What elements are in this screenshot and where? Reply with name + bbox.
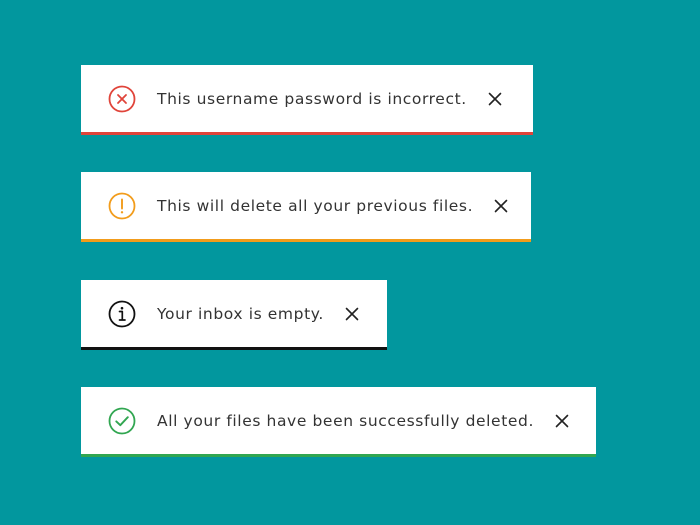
warning-message: This will delete all your previous files… xyxy=(157,196,474,215)
error-message: This username password is incorrect. xyxy=(157,89,467,108)
info-message: Your inbox is empty. xyxy=(157,304,324,323)
info-notification: Your inbox is empty. xyxy=(81,280,387,350)
close-icon[interactable] xyxy=(493,198,509,214)
info-circle-icon xyxy=(108,300,136,328)
close-icon[interactable] xyxy=(487,91,503,107)
warning-notification: This will delete all your previous files… xyxy=(81,172,531,242)
success-message: All your files have been successfully de… xyxy=(157,411,534,430)
success-check-icon xyxy=(108,407,136,435)
close-icon[interactable] xyxy=(344,306,360,322)
close-icon[interactable] xyxy=(554,413,570,429)
warning-exclamation-icon xyxy=(108,192,136,220)
success-notification: All your files have been successfully de… xyxy=(81,387,596,457)
error-notification: This username password is incorrect. xyxy=(81,65,533,135)
error-circle-x-icon xyxy=(108,85,136,113)
